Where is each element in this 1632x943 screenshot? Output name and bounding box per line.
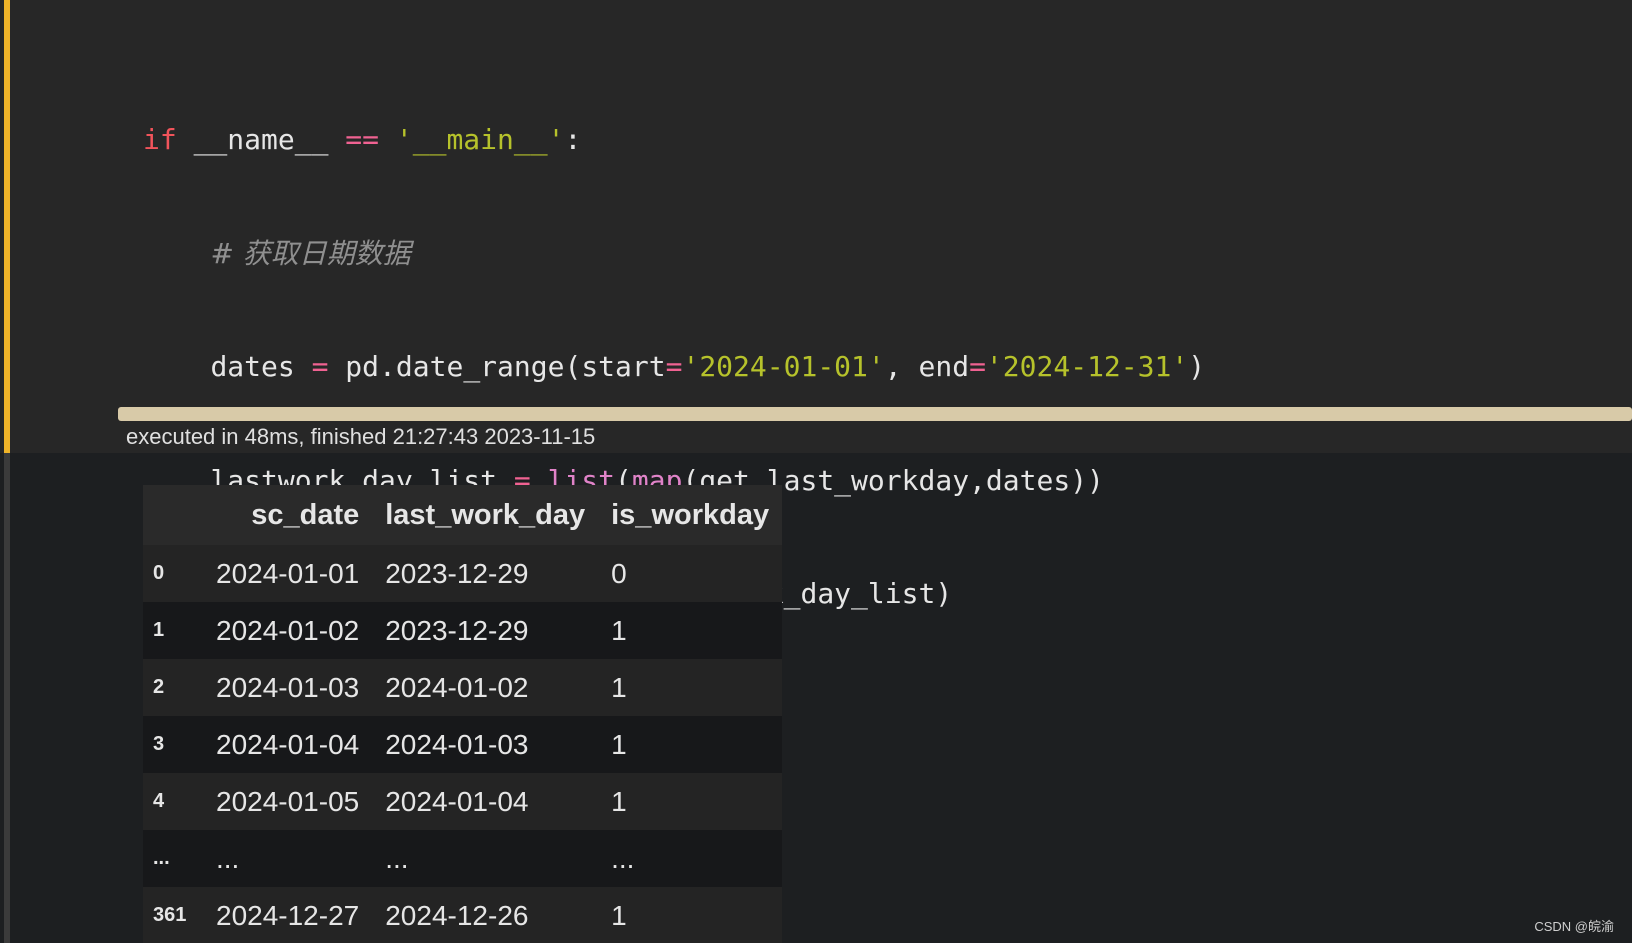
code-token: pd.date_range(start xyxy=(328,350,666,383)
code-input-area[interactable]: if __name__ == '__main__': # 获取日期数据 date… xyxy=(0,0,1632,845)
table-cell: 2024-01-02 xyxy=(385,671,529,703)
row-index: 4 xyxy=(153,790,165,812)
code-line-2: # 获取日期数据 xyxy=(143,230,1205,278)
table-cell: 2024-12-27 xyxy=(216,899,360,931)
operator-token: == xyxy=(345,123,380,156)
string-token: '2024-01-01' xyxy=(682,350,885,383)
column-header: is_workday xyxy=(598,485,783,545)
horizontal-scrollbar[interactable] xyxy=(118,407,1632,421)
watermark: CSDN @皖渝 xyxy=(1534,919,1614,934)
table-header-row: sc_date last_work_day is_workday xyxy=(143,485,783,545)
code-token: dates xyxy=(210,350,312,383)
table-row: 4 2024-01-05 2024-01-04 1 xyxy=(143,773,783,830)
table-cell: ... xyxy=(385,842,409,874)
table-row: 2 2024-01-03 2024-01-02 1 xyxy=(143,659,783,716)
table-cell: 2024-01-04 xyxy=(385,785,529,817)
string-token: '2024-12-31' xyxy=(985,350,1189,383)
dataframe-output: sc_date last_work_day is_workday 0 2024-… xyxy=(143,485,783,943)
column-header: last_work_day xyxy=(372,485,599,545)
table-cell: ... xyxy=(216,842,240,874)
code-token: , end xyxy=(884,350,970,383)
row-index: 3 xyxy=(153,733,165,755)
table-cell: 2024-01-05 xyxy=(216,785,360,817)
operator-token: = xyxy=(969,350,986,383)
table-cell: 2024-01-04 xyxy=(216,728,360,760)
table-cell: 2023-12-29 xyxy=(385,557,529,589)
row-index: 1 xyxy=(153,619,165,641)
table-row: 361 2024-12-27 2024-12-26 1 xyxy=(143,887,783,943)
index-header xyxy=(143,485,203,545)
table-cell: 1 xyxy=(611,671,627,703)
keyword-token: if xyxy=(143,123,177,156)
comment-token: # 获取日期数据 xyxy=(210,236,411,270)
string-token: '__main__' xyxy=(379,123,565,156)
table-cell: ... xyxy=(611,842,635,874)
row-index: 0 xyxy=(153,562,165,584)
table-row: ... ... ... ... xyxy=(143,830,783,887)
table-cell: 1 xyxy=(611,785,627,817)
table-cell: 2023-12-29 xyxy=(385,614,529,646)
table-row: 1 2024-01-02 2023-12-29 1 xyxy=(143,602,783,659)
table-cell: 2024-01-03 xyxy=(385,728,529,760)
table-cell: 2024-12-26 xyxy=(385,899,529,931)
operator-token: = xyxy=(665,350,683,383)
code-token: : xyxy=(564,123,582,156)
column-header: sc_date xyxy=(203,485,373,545)
code-line-1: if __name__ == '__main__': xyxy=(143,116,1205,164)
table-cell: 2024-01-03 xyxy=(216,671,360,703)
code-token: __name__ xyxy=(176,123,346,156)
table-cell: 2024-01-02 xyxy=(216,614,360,646)
code-line-3: dates = pd.date_range(start='2024-01-01'… xyxy=(143,343,1205,391)
output-indicator-bar xyxy=(4,453,10,943)
table-cell: 1 xyxy=(611,728,627,760)
table-cell: 0 xyxy=(611,557,627,589)
table-cell: 1 xyxy=(611,899,627,931)
table-row: 0 2024-01-01 2023-12-29 0 xyxy=(143,545,783,602)
execution-info: executed in 48ms, finished 21:27:43 2023… xyxy=(126,424,596,449)
code-token: ) xyxy=(1188,350,1206,383)
row-index: 2 xyxy=(153,676,165,698)
table-row: 3 2024-01-04 2024-01-03 1 xyxy=(143,716,783,773)
table-cell: 1 xyxy=(611,614,627,646)
notebook-cell: if __name__ == '__main__': # 获取日期数据 date… xyxy=(0,0,1632,943)
active-cell-indicator xyxy=(4,0,10,453)
row-index: 361 xyxy=(153,904,187,926)
operator-token: = xyxy=(311,350,329,383)
row-index: ... xyxy=(153,847,170,869)
table-cell: 2024-01-01 xyxy=(216,557,360,589)
